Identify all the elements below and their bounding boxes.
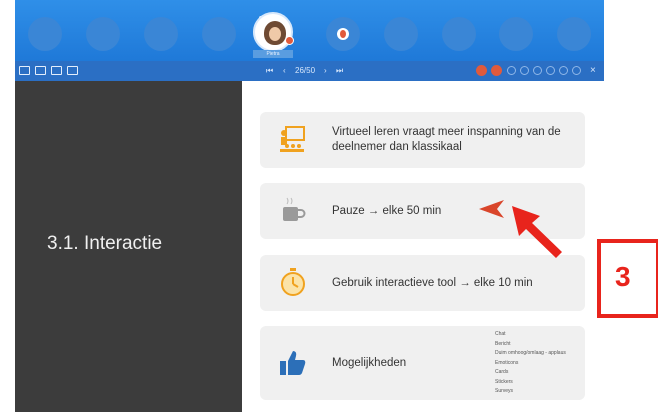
- presenter-face: [269, 27, 281, 41]
- last-page-button[interactable]: ⏭: [336, 65, 343, 76]
- thumbs-up-icon: [280, 351, 306, 375]
- video-icon[interactable]: [546, 66, 555, 75]
- slide-card: Mogelijkheden Chat Bericht Duim omhoog/o…: [260, 326, 585, 400]
- layout-icon[interactable]: [51, 66, 62, 75]
- page-indicator: 26/50: [295, 66, 316, 75]
- minimize-icon[interactable]: [572, 66, 581, 75]
- possibilities-list: Chat Bericht Duim omhoog/omlaag - applau…: [495, 330, 566, 397]
- participant-slot[interactable]: [384, 17, 418, 51]
- screen-share-icon[interactable]: [67, 66, 78, 75]
- card-text: Gebruik interactieve tool → elke 10 min: [332, 277, 533, 289]
- participant-slot[interactable]: [28, 17, 62, 51]
- next-page-button[interactable]: ›: [324, 65, 327, 76]
- list-item: Bericht: [495, 340, 511, 347]
- participant-slot[interactable]: [557, 17, 591, 51]
- camera-icon[interactable]: [35, 66, 46, 75]
- participant-slot[interactable]: [326, 17, 360, 51]
- mic-toggle-icon[interactable]: [520, 66, 529, 75]
- participant-slot[interactable]: [442, 17, 476, 51]
- participant-bar: Pietra: [15, 0, 604, 61]
- teacher-board-icon: [280, 126, 305, 152]
- list-item: Surveys: [495, 388, 514, 394]
- slide-content: Virtueel leren vraagt meer inspanning va…: [242, 81, 604, 412]
- slide-title: 3.1. Interactie: [47, 233, 163, 254]
- card-text: Mogelijkheden: [332, 357, 407, 369]
- presenter-avatar[interactable]: [253, 12, 293, 52]
- callout-arrow-icon: [512, 206, 562, 258]
- list-item: Cards: [495, 369, 509, 375]
- participant-slot[interactable]: [202, 17, 236, 51]
- participant-slot[interactable]: [86, 17, 120, 51]
- list-item: Chat: [495, 331, 506, 337]
- slide-title-panel: 3.1. Interactie: [15, 81, 242, 412]
- slide-card: Virtueel leren vraagt meer inspanning va…: [260, 112, 585, 168]
- presenter-name-tag: Pietra: [253, 50, 293, 58]
- classroom-frame: Pietra ⏮ ‹ 26/50 › ⏭ × 3.1. Interactie V…: [15, 0, 604, 412]
- participant-slot[interactable]: [499, 17, 533, 51]
- record-icon[interactable]: [476, 65, 487, 76]
- list-item: Emoticons: [495, 359, 519, 366]
- stopwatch-icon: [281, 268, 305, 296]
- coffee-mug-icon: [283, 197, 306, 221]
- stop-icon[interactable]: [491, 65, 502, 76]
- slide-card: Gebruik interactieve tool → elke 10 min: [260, 255, 585, 311]
- participant-slot[interactable]: [144, 17, 178, 51]
- step-number: 3: [615, 261, 631, 292]
- speaker-icon[interactable]: [533, 66, 542, 75]
- control-bar: ⏮ ‹ 26/50 › ⏭ ×: [15, 61, 604, 81]
- settings-icon[interactable]: [507, 66, 516, 75]
- pointer-marker-icon: [479, 200, 504, 218]
- card-text: Virtueel leren vraagt meer inspanning va…: [332, 126, 561, 153]
- whiteboard-icon[interactable]: [19, 66, 30, 75]
- first-page-button[interactable]: ⏮: [266, 65, 273, 76]
- close-button[interactable]: ×: [590, 65, 596, 76]
- mic-icon[interactable]: [285, 36, 294, 45]
- fullscreen-icon[interactable]: [559, 66, 568, 75]
- list-item: Duim omhoog/omlaag - applaus: [495, 350, 566, 356]
- prev-page-button[interactable]: ‹: [283, 65, 286, 76]
- list-item: Stickers: [495, 378, 513, 385]
- mic-icon-body: [340, 30, 346, 38]
- app-window: Pietra ⏮ ‹ 26/50 › ⏭ × 3.1. Interactie V…: [0, 0, 658, 412]
- step-number-badge: 3: [597, 239, 658, 318]
- mic-icon[interactable]: [337, 28, 349, 40]
